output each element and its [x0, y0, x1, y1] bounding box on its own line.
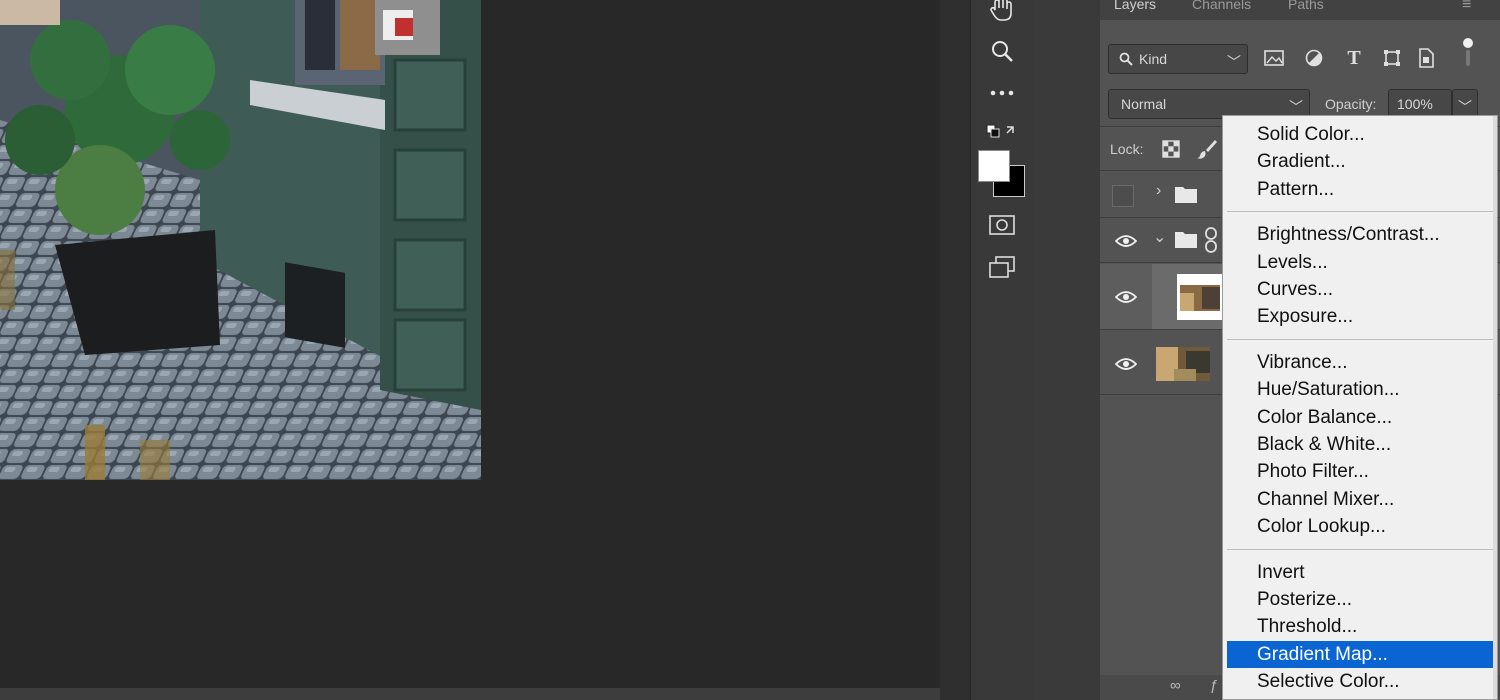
panel-tabs: Layers Channels Paths ≡ — [1100, 0, 1500, 20]
menu-item-brightness-contrast[interactable]: Brightness/Contrast... — [1223, 221, 1493, 248]
eye-icon[interactable] — [1115, 289, 1137, 305]
tab-channels[interactable]: Channels — [1192, 0, 1251, 12]
menu-item-threshold[interactable]: Threshold... — [1223, 613, 1493, 640]
layer-thumbnail — [1177, 274, 1223, 320]
hand-tool-icon[interactable] — [985, 0, 1019, 24]
filter-adjustment-icon[interactable] — [1302, 46, 1326, 70]
eye-icon[interactable] — [1115, 356, 1137, 372]
menu-item-black-white[interactable]: Black & White... — [1223, 431, 1493, 458]
lock-transparency-icon[interactable] — [1162, 140, 1180, 158]
foreground-color-swatch[interactable] — [978, 150, 1010, 182]
link-icon — [1205, 227, 1217, 253]
layer-thumbnail — [1156, 347, 1210, 381]
menu-item-selective-color[interactable]: Selective Color... — [1223, 668, 1493, 695]
tab-paths[interactable]: Paths — [1288, 0, 1324, 12]
panel-dock-gap — [1034, 0, 1100, 700]
filter-kind-dropdown[interactable]: Kind ﹀ — [1108, 44, 1248, 74]
menu-item-posterize[interactable]: Posterize... — [1223, 586, 1493, 613]
link-layers-icon[interactable]: ∞ — [1170, 677, 1181, 694]
menu-item-solid-color[interactable]: Solid Color... — [1223, 121, 1493, 148]
search-icon — [1119, 52, 1133, 66]
menu-item-invert[interactable]: Invert — [1223, 559, 1493, 586]
menu-item-exposure[interactable]: Exposure... — [1223, 303, 1493, 330]
folder-icon — [1175, 187, 1197, 203]
menu-item-pattern[interactable]: Pattern... — [1223, 176, 1493, 203]
chevron-down-icon[interactable]: ⌄ — [1153, 227, 1166, 247]
chevron-right-icon[interactable]: › — [1156, 182, 1161, 200]
menu-item-curves[interactable]: Curves... — [1223, 276, 1493, 303]
folder-icon — [1175, 232, 1197, 248]
menu-item-color-balance[interactable]: Color Balance... — [1223, 404, 1493, 431]
opacity-value: 100% — [1397, 96, 1433, 112]
filter-kind-label: Kind — [1139, 51, 1168, 67]
quick-mask-icon[interactable] — [985, 210, 1019, 240]
filter-smart-object-icon[interactable] — [1414, 46, 1438, 70]
toolbar — [970, 0, 1035, 700]
menu-item-color-lookup[interactable]: Color Lookup... — [1223, 513, 1493, 540]
fx-icon[interactable]: ƒ — [1210, 677, 1218, 694]
menu-item-levels[interactable]: Levels... — [1223, 249, 1493, 276]
filter-shape-icon[interactable] — [1380, 46, 1404, 70]
menu-separator — [1227, 211, 1493, 213]
chevron-down-icon: ﹀ — [1289, 99, 1303, 115]
more-tools-icon[interactable] — [985, 78, 1019, 108]
filter-toggle-icon[interactable] — [1456, 38, 1480, 66]
visibility-toggle-empty[interactable] — [1112, 185, 1134, 207]
menu-separator — [1227, 548, 1493, 550]
chevron-down-icon: ﹀ — [1458, 99, 1472, 115]
panel-menu-icon[interactable]: ≡ — [1462, 0, 1471, 14]
menu-item-gradient-map[interactable]: Gradient Map... — [1227, 640, 1493, 668]
horizontal-scrollbar[interactable] — [0, 688, 970, 700]
filter-pixel-icon[interactable] — [1262, 46, 1286, 70]
default-colors-icon[interactable] — [985, 116, 1019, 146]
menu-separator — [1227, 338, 1493, 340]
zoom-tool-icon[interactable] — [985, 36, 1019, 66]
filter-type-icon[interactable]: T — [1342, 46, 1366, 70]
lock-pixels-brush-icon[interactable] — [1196, 138, 1218, 160]
tab-layers[interactable]: Layers — [1114, 0, 1156, 12]
menu-item-gradient[interactable]: Gradient... — [1223, 148, 1493, 175]
chevron-down-icon: ﹀ — [1227, 54, 1241, 70]
menu-item-vibrance[interactable]: Vibrance... — [1223, 349, 1493, 376]
menu-item-hue-saturation[interactable]: Hue/Saturation... — [1223, 376, 1493, 403]
document-photo — [0, 0, 481, 480]
opacity-label: Opacity: — [1325, 96, 1377, 112]
canvas-edge — [940, 0, 970, 700]
adjustment-layer-menu: Solid Color... Gradient... Pattern... Brigh… — [1222, 115, 1498, 700]
menu-item-photo-filter[interactable]: Photo Filter... — [1223, 458, 1493, 485]
menu-item-channel-mixer[interactable]: Channel Mixer... — [1223, 486, 1493, 513]
screen-mode-icon[interactable] — [985, 252, 1019, 282]
blend-mode-label: Normal — [1121, 96, 1167, 112]
eye-icon[interactable] — [1115, 233, 1137, 249]
lock-label: Lock: — [1110, 141, 1144, 157]
